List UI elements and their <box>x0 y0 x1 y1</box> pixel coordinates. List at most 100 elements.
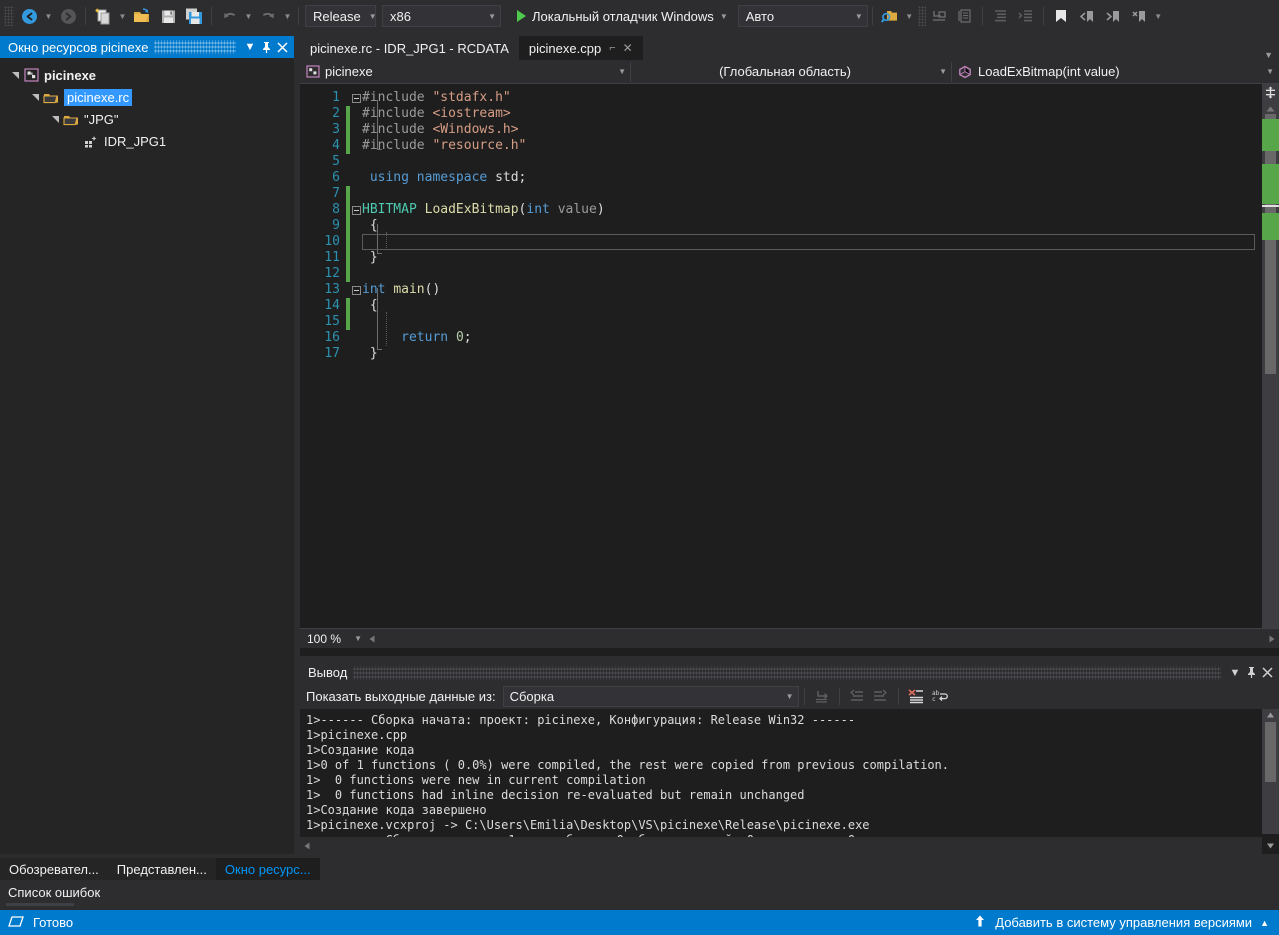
code-line[interactable]: 9 { <box>300 218 1279 234</box>
debug-platform-combo[interactable]: Авто ▼ <box>737 5 868 27</box>
expander-icon[interactable] <box>8 64 22 86</box>
code-line[interactable]: 11 } <box>300 250 1279 266</box>
chevron-down-icon[interactable]: ▼ <box>1264 50 1273 60</box>
navigate-backward-dropdown[interactable]: ▼ <box>42 4 55 28</box>
tree-node-jpg[interactable]: "JPG" <box>0 108 294 130</box>
clear-all-icon[interactable] <box>904 685 928 707</box>
save-button[interactable] <box>155 4 181 28</box>
source-control-label[interactable]: Добавить в систему управления версиями <box>995 915 1252 930</box>
error-list-tab[interactable]: Список ошибок <box>0 881 300 903</box>
find-in-files-icon[interactable] <box>877 4 903 28</box>
expander-icon[interactable] <box>48 108 62 130</box>
open-file-button[interactable] <box>129 4 155 28</box>
redo-button[interactable] <box>255 4 281 28</box>
chevron-up-icon[interactable]: ▲ <box>1260 918 1269 928</box>
tree-node-idr-jpg1[interactable]: IDR_JPG1 <box>0 130 294 152</box>
editor-splitter-handle[interactable] <box>1262 84 1279 101</box>
decrease-indent-icon[interactable] <box>1013 4 1039 28</box>
code-line-current[interactable]: 10 <box>300 234 1279 250</box>
nav-project-combo[interactable]: picinexe ▼ <box>300 60 630 83</box>
tree-node-picinexe[interactable]: picinexe <box>0 64 294 86</box>
start-debugging-button[interactable]: Локальный отладчик Windows ▼ <box>511 4 730 28</box>
solution-configuration-combo[interactable]: Release ▼ <box>305 5 377 27</box>
go-to-message-icon[interactable] <box>810 685 834 707</box>
undo-button[interactable] <box>216 4 242 28</box>
toolbar-overflow-button[interactable]: ▼ <box>1152 4 1165 28</box>
next-bookmark-icon[interactable] <box>1100 4 1126 28</box>
nav-scope-combo[interactable]: (Глобальная область) ▼ <box>631 60 951 83</box>
find-dropdown[interactable]: ▼ <box>903 4 916 28</box>
close-icon[interactable] <box>274 38 290 56</box>
code-line[interactable]: 3 #include <Windows.h> <box>300 122 1279 138</box>
tab-resource-view[interactable]: Окно ресурс... <box>215 858 320 880</box>
output-text-area[interactable]: 1>------ Сборка начата: проект: picinexe… <box>300 709 1279 854</box>
toggle-bookmark-icon[interactable] <box>1048 4 1074 28</box>
code-line[interactable]: 17 } <box>300 346 1279 362</box>
code-line[interactable]: 15 <box>300 314 1279 330</box>
toolbar-grip[interactable] <box>4 6 14 26</box>
output-source-combo[interactable]: Сборка ▼ <box>502 685 799 707</box>
comment-selection-icon[interactable] <box>952 4 978 28</box>
output-vertical-scrollbar[interactable] <box>1262 709 1279 849</box>
zoom-level-combo[interactable]: 100 % ▼ <box>303 630 365 648</box>
scroll-left-arrow[interactable] <box>365 630 380 648</box>
redo-dropdown[interactable]: ▼ <box>281 4 294 28</box>
code-line[interactable]: 16 return 0; <box>300 330 1279 346</box>
code-line[interactable]: 8 HBITMAP LoadExBitmap(int value) <box>300 202 1279 218</box>
fold-toggle[interactable] <box>350 90 362 106</box>
code-editor[interactable]: 1 #include "stdafx.h" 2 #include <iostre… <box>300 84 1279 628</box>
code-line[interactable]: 2 #include <iostream> <box>300 106 1279 122</box>
tab-picinexe-cpp[interactable]: picinexe.cpp ⌐ ✕ <box>518 36 643 60</box>
pin-icon[interactable]: ⌐ <box>609 42 615 54</box>
code-line[interactable]: 6 using namespace std; <box>300 170 1279 186</box>
expander-icon[interactable] <box>28 86 42 108</box>
close-icon[interactable] <box>1259 664 1275 682</box>
toggle-word-wrap-icon[interactable]: ab c <box>928 685 952 707</box>
chevron-down-icon[interactable]: ▼ <box>1227 664 1243 682</box>
clear-bookmarks-icon[interactable] <box>1126 4 1152 28</box>
scroll-down-arrow[interactable] <box>1265 841 1276 851</box>
panel-drag-dots[interactable] <box>353 665 1221 680</box>
tab-solution-explorer[interactable]: Обозревател... <box>0 858 108 880</box>
scroll-left-arrow[interactable] <box>300 841 315 851</box>
code-line[interactable]: 7 <box>300 186 1279 202</box>
save-all-button[interactable] <box>181 4 207 28</box>
tree-node-picinexe-rc[interactable]: picinexe.rc <box>0 86 294 108</box>
editor-vertical-scrollbar[interactable] <box>1262 84 1279 628</box>
solution-platform-combo[interactable]: x86 ▼ <box>382 5 501 27</box>
code-line[interactable]: 4 #include "resource.h" <box>300 138 1279 154</box>
nav-member-combo[interactable]: LoadExBitmap(int value) ▼ <box>952 60 1278 83</box>
output-scroll-thumb[interactable] <box>1265 722 1276 782</box>
increase-indent-icon[interactable] <box>987 4 1013 28</box>
navigate-forward-button[interactable] <box>55 4 81 28</box>
panel-drag-dots[interactable] <box>154 40 236 54</box>
navigate-backward-button[interactable] <box>16 4 42 28</box>
previous-message-icon[interactable] <box>845 685 869 707</box>
code-line[interactable]: 12 <box>300 266 1279 282</box>
scroll-up-arrow[interactable] <box>1264 103 1277 113</box>
output-horizontal-scrollbar[interactable] <box>300 837 1262 854</box>
chevron-down-icon[interactable]: ▼ <box>242 38 258 56</box>
new-item-button[interactable] <box>90 4 116 28</box>
previous-bookmark-icon[interactable] <box>1074 4 1100 28</box>
next-message-icon[interactable] <box>869 685 893 707</box>
step-into-icon[interactable] <box>926 4 952 28</box>
code-line[interactable]: 13 int main() <box>300 282 1279 298</box>
code-line[interactable]: 1 #include "stdafx.h" <box>300 90 1279 106</box>
scroll-right-arrow[interactable] <box>1264 630 1279 648</box>
new-item-dropdown[interactable]: ▼ <box>116 4 129 28</box>
code-line[interactable]: 5 <box>300 154 1279 170</box>
code-line[interactable]: 14 { <box>300 298 1279 314</box>
pin-icon[interactable] <box>258 38 274 56</box>
scroll-up-arrow[interactable] <box>1265 710 1276 720</box>
upload-arrow-icon[interactable] <box>973 914 987 931</box>
pin-icon[interactable] <box>1243 664 1259 682</box>
fold-toggle[interactable] <box>350 202 362 218</box>
editor-scroll-thumb[interactable] <box>1265 114 1276 374</box>
tab-class-view[interactable]: Представлен... <box>108 858 216 880</box>
tab-picinexe-rc[interactable]: picinexe.rc - IDR_JPG1 - RCDATA <box>300 36 519 60</box>
editor-horizontal-scrollbar[interactable] <box>365 629 1279 648</box>
close-icon[interactable]: ✕ <box>623 41 633 55</box>
fold-toggle[interactable] <box>350 282 362 298</box>
undo-dropdown[interactable]: ▼ <box>242 4 255 28</box>
